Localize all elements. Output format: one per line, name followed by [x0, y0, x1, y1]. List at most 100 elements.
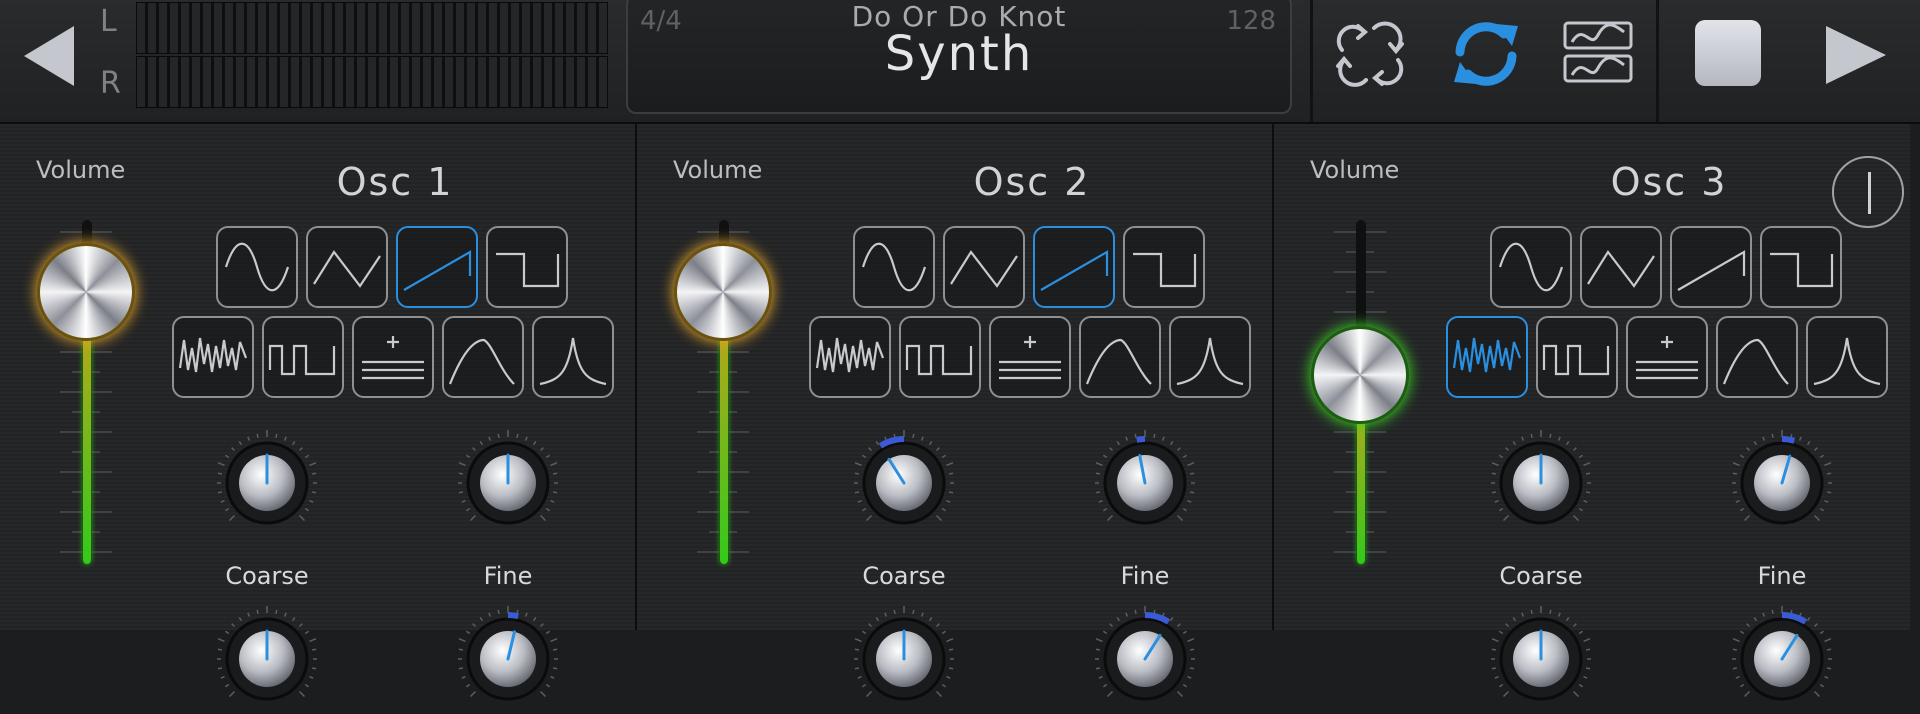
- coarse-label: Coarse: [225, 562, 309, 590]
- noise-wave-icon: [1452, 337, 1522, 373]
- square-wave-icon: [496, 252, 560, 288]
- triangle-wave-icon: [950, 250, 1018, 288]
- waveform-sine-button[interactable]: [216, 226, 298, 308]
- pulse-wave-icon: [1542, 344, 1610, 376]
- waveform-square-button[interactable]: [486, 226, 568, 308]
- stop-icon[interactable]: [1695, 20, 1761, 86]
- coarse-label: Coarse: [862, 562, 946, 590]
- envelope-wave-icon: [1085, 338, 1152, 385]
- waveform-spike-button[interactable]: [1169, 316, 1251, 398]
- level-meter-left: [136, 2, 608, 54]
- waveform-triangle-button[interactable]: [1580, 226, 1662, 308]
- triangle-wave-icon: [1587, 250, 1655, 288]
- osc-title: Osc 3: [1610, 160, 1728, 204]
- triangle-wave-icon: [313, 250, 381, 288]
- level-meter-right: [136, 56, 608, 108]
- volume-label: Volume: [36, 156, 126, 184]
- waveform-saw-button[interactable]: [1670, 226, 1752, 308]
- fine-label: Fine: [1120, 562, 1170, 590]
- meter-left-label: L: [100, 4, 117, 39]
- volume-label: Volume: [1310, 156, 1400, 184]
- sine-wave-icon: [1498, 242, 1564, 292]
- fine-knob-row2[interactable]: [1727, 604, 1837, 714]
- waveform-spike-button[interactable]: [1806, 316, 1888, 398]
- waveform-noise-button[interactable]: [172, 316, 254, 398]
- panel-divider: [1272, 124, 1274, 630]
- envelope-wave-icon: [448, 338, 515, 385]
- waveform-square-button[interactable]: [1123, 226, 1205, 308]
- coarse-knob[interactable]: [212, 428, 322, 538]
- coarse-label: Coarse: [1499, 562, 1583, 590]
- toolbar-divider: [1656, 0, 1659, 122]
- envelope-wave-icon: [1722, 338, 1789, 385]
- osc-panel-1: Volume Osc 1 Coarse Fine: [0, 124, 636, 701]
- coarse-knob[interactable]: [849, 428, 959, 538]
- sine-wave-icon: [224, 242, 290, 292]
- fine-knob-row2[interactable]: [453, 604, 563, 714]
- waveform-saw-button[interactable]: [396, 226, 478, 308]
- waveform-triangle-button[interactable]: [306, 226, 388, 308]
- osc-panel-2: Volume Osc 2 Coarse Fine: [637, 124, 1273, 701]
- noise-wave-icon: [815, 337, 885, 373]
- back-arrow-icon[interactable]: [20, 24, 78, 88]
- waveform-square-button[interactable]: [1760, 226, 1842, 308]
- fine-knob[interactable]: [1727, 428, 1837, 538]
- sawtooth-wave-icon: [403, 250, 472, 291]
- additive-wave-icon: [1636, 336, 1698, 380]
- pulse-wave-icon: [268, 344, 336, 376]
- osc-title: Osc 2: [973, 160, 1091, 204]
- fine-label: Fine: [483, 562, 533, 590]
- waveform-envelope-button[interactable]: [1716, 316, 1798, 398]
- toolbar-divider: [1310, 0, 1313, 122]
- volume-fader-handle[interactable]: [40, 246, 132, 339]
- waveform-noise-button[interactable]: [1446, 316, 1528, 398]
- song-display[interactable]: 4/4 128 Do Or Do Knot Synth: [626, 0, 1292, 114]
- fine-knob[interactable]: [1090, 428, 1200, 538]
- waveform-additive-button[interactable]: [989, 316, 1071, 398]
- sync-refresh-icon[interactable]: [1446, 14, 1526, 94]
- additive-wave-icon: [999, 336, 1061, 380]
- waveform-additive-button[interactable]: [1626, 316, 1708, 398]
- waveform-additive-button[interactable]: [352, 316, 434, 398]
- volume-fader-handle[interactable]: [677, 246, 769, 339]
- meter-right-label: R: [100, 66, 121, 101]
- sine-wave-icon: [861, 242, 927, 292]
- volume-label: Volume: [673, 156, 763, 184]
- waveform-envelope-button[interactable]: [442, 316, 524, 398]
- waveform-pulse-button[interactable]: [262, 316, 344, 398]
- spike-wave-icon: [1813, 337, 1881, 386]
- osc-panel-3: Volume Osc 3 Coarse Fine: [1274, 124, 1910, 701]
- additive-wave-icon: [362, 336, 424, 380]
- noise-wave-icon: [178, 337, 248, 373]
- info-icon-bar: [1868, 172, 1871, 214]
- info-icon[interactable]: [1832, 156, 1904, 228]
- panel-divider: [635, 124, 637, 630]
- spike-wave-icon: [539, 337, 607, 386]
- sawtooth-wave-icon: [1677, 250, 1746, 291]
- waveform-triangle-button[interactable]: [943, 226, 1025, 308]
- loop-arrows-icon[interactable]: [1334, 18, 1406, 90]
- fine-knob[interactable]: [453, 428, 563, 538]
- coarse-knob-row2[interactable]: [849, 604, 959, 714]
- waveform-envelope-button[interactable]: [1079, 316, 1161, 398]
- fine-knob-row2[interactable]: [1090, 604, 1200, 714]
- coarse-knob[interactable]: [1486, 428, 1596, 538]
- waveform-monitor-icon[interactable]: [1562, 20, 1634, 84]
- coarse-knob-row2[interactable]: [212, 604, 322, 714]
- fine-label: Fine: [1757, 562, 1807, 590]
- waveform-sine-button[interactable]: [853, 226, 935, 308]
- waveform-pulse-button[interactable]: [1536, 316, 1618, 398]
- volume-fader-handle[interactable]: [1314, 328, 1406, 421]
- osc-title: Osc 1: [336, 160, 454, 204]
- waveform-saw-button[interactable]: [1033, 226, 1115, 308]
- waveform-spike-button[interactable]: [532, 316, 614, 398]
- play-icon[interactable]: [1822, 22, 1888, 88]
- waveform-noise-button[interactable]: [809, 316, 891, 398]
- square-wave-icon: [1133, 252, 1197, 288]
- transport-bar: L R 4/4 128 Do Or Do Knot Synth: [0, 0, 1920, 124]
- coarse-knob-row2[interactable]: [1486, 604, 1596, 714]
- waveform-pulse-button[interactable]: [899, 316, 981, 398]
- waveform-sine-button[interactable]: [1490, 226, 1572, 308]
- square-wave-icon: [1770, 252, 1834, 288]
- patch-name: Synth: [884, 26, 1034, 82]
